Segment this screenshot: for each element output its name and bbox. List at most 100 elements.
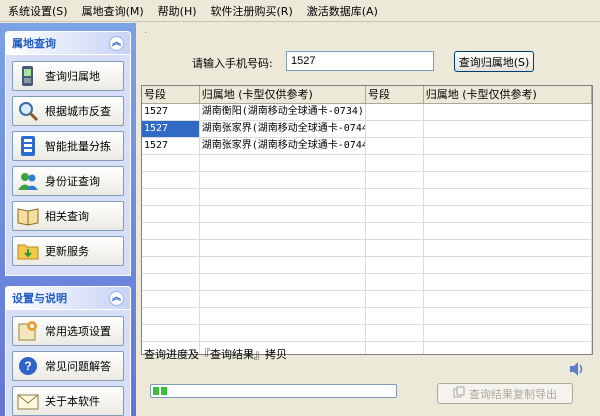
- sidebar-item-faq[interactable]: ? 常见问题解答: [12, 351, 124, 381]
- sidebar-item-id-card-query[interactable]: 身份证查询: [12, 166, 124, 196]
- empty-table-row: [142, 308, 592, 325]
- empty-cell: [366, 308, 424, 324]
- empty-cell: [424, 325, 592, 341]
- table-cell[interactable]: 1527: [142, 104, 200, 120]
- empty-cell: [366, 257, 424, 273]
- users-icon: [17, 170, 39, 192]
- sidebar-item-common-options[interactable]: 常用选项设置: [12, 316, 124, 346]
- query-location-button[interactable]: 查询归属地(S): [454, 51, 534, 72]
- table-cell[interactable]: 湖南张家界(湖南移动全球通卡-0744: [200, 138, 366, 154]
- table-cell[interactable]: 湖南张家界(湖南移动全球通卡-0744: [200, 121, 366, 137]
- table-row[interactable]: 1527 湖南张家界(湖南移动全球通卡-0744: [142, 138, 592, 155]
- empty-cell: [142, 308, 200, 324]
- sidebar-item-about[interactable]: 关于本软件: [12, 386, 124, 416]
- menu-area-query[interactable]: 属地查询(M): [78, 1, 148, 21]
- table-cell[interactable]: [424, 121, 592, 137]
- status-label: 查询进度及『查询结果』拷贝: [144, 348, 287, 361]
- folder-update-icon: [17, 240, 39, 262]
- empty-cell: [142, 172, 200, 188]
- speaker-icon[interactable]: [568, 361, 586, 377]
- empty-cell: [424, 342, 592, 354]
- column-header[interactable]: 归属地 (卡型仅供参考): [424, 86, 592, 103]
- table-cell[interactable]: [366, 138, 424, 154]
- group-title: 属地查询: [12, 37, 56, 50]
- empty-table-row: [142, 257, 592, 274]
- export-button-label: 查询结果复制导出: [469, 387, 557, 401]
- menu-help[interactable]: 帮助(H): [154, 1, 201, 21]
- menu-bar: 系统设置(S) 属地查询(M) 帮助(H) 软件注册购买(R) 激活数据库(A): [0, 0, 600, 22]
- empty-rows: [142, 155, 592, 354]
- table-cell[interactable]: [424, 104, 592, 120]
- empty-cell: [200, 206, 366, 222]
- empty-cell: [424, 189, 592, 205]
- column-header[interactable]: 号段: [366, 86, 424, 103]
- empty-cell: [366, 223, 424, 239]
- table-cell[interactable]: [424, 138, 592, 154]
- empty-cell: [424, 274, 592, 290]
- table-cell[interactable]: [366, 104, 424, 120]
- empty-cell: [424, 155, 592, 171]
- empty-cell: [424, 308, 592, 324]
- menu-register-purchase[interactable]: 软件注册购买(R): [207, 1, 297, 21]
- empty-cell: [424, 206, 592, 222]
- sidebar-item-related-query[interactable]: 相关查询: [12, 201, 124, 231]
- collapse-icon[interactable]: ︽: [109, 290, 124, 306]
- empty-cell: [142, 325, 200, 341]
- corner-marker: ·: [144, 28, 148, 39]
- phone-number-input[interactable]: 1527: [286, 51, 434, 71]
- collapse-icon[interactable]: ︽: [109, 35, 124, 51]
- empty-cell: [200, 240, 366, 256]
- table-cell[interactable]: 1527: [142, 121, 200, 137]
- export-results-button[interactable]: 查询结果复制导出: [437, 383, 573, 404]
- magnifier-icon: [17, 100, 39, 122]
- group-settings-help: 设置与说明 ︽ 常用选项设置 ? 常见问题解答 关于本软件: [5, 286, 131, 416]
- table-row[interactable]: 1527 湖南张家界(湖南移动全球通卡-0744: [142, 121, 592, 138]
- settings-icon: [17, 320, 39, 342]
- empty-cell: [200, 257, 366, 273]
- empty-table-row: [142, 291, 592, 308]
- empty-cell: [142, 189, 200, 205]
- empty-cell: [142, 223, 200, 239]
- table-cell[interactable]: 1527: [142, 138, 200, 154]
- empty-cell: [200, 223, 366, 239]
- empty-cell: [366, 291, 424, 307]
- phone-input-label: 请输入手机号码:: [192, 57, 273, 70]
- progress-fill: [153, 387, 394, 395]
- menu-activate-database[interactable]: 激活数据库(A): [303, 1, 382, 21]
- empty-table-row: [142, 325, 592, 342]
- column-header[interactable]: 号段: [142, 86, 200, 103]
- empty-cell: [424, 223, 592, 239]
- empty-cell: [366, 189, 424, 205]
- empty-table-row: [142, 172, 592, 189]
- empty-cell: [200, 189, 366, 205]
- group-header-area-query[interactable]: 属地查询 ︽: [6, 32, 130, 54]
- table-cell[interactable]: [366, 121, 424, 137]
- empty-cell: [366, 325, 424, 341]
- sidebar-item-reverse-by-city[interactable]: 根据城市反查: [12, 96, 124, 126]
- table-header: 号段 归属地 (卡型仅供参考) 号段 归属地 (卡型仅供参考): [142, 86, 592, 104]
- main-panel: · 请输入手机号码: 1527 查询归属地(S) 号段 归属地 (卡型仅供参考)…: [138, 23, 600, 416]
- sidebar-item-batch-sort[interactable]: 智能批量分拣: [12, 131, 124, 161]
- sidebar-item-update-service[interactable]: 更新服务: [12, 236, 124, 266]
- empty-cell: [366, 155, 424, 171]
- copy-icon: [453, 386, 465, 401]
- empty-cell: [200, 325, 366, 341]
- progress-block: [153, 387, 159, 395]
- column-header[interactable]: 归属地 (卡型仅供参考): [200, 86, 366, 103]
- empty-cell: [142, 291, 200, 307]
- group-header-settings-help[interactable]: 设置与说明 ︽: [6, 287, 130, 309]
- progress-block: [161, 387, 167, 395]
- group-title: 设置与说明: [12, 292, 67, 305]
- empty-cell: [424, 172, 592, 188]
- sidebar-item-query-location[interactable]: 查询归属地: [12, 61, 124, 91]
- table-cell[interactable]: 湖南衡阳(湖南移动全球通卡-0734): [200, 104, 366, 120]
- empty-cell: [366, 206, 424, 222]
- results-table[interactable]: 号段 归属地 (卡型仅供参考) 号段 归属地 (卡型仅供参考) 1527 湖南衡…: [141, 85, 593, 355]
- table-row[interactable]: 1527 湖南衡阳(湖南移动全球通卡-0734): [142, 104, 592, 121]
- menu-system-settings[interactable]: 系统设置(S): [4, 1, 72, 21]
- mobile-phone-icon: [17, 65, 39, 87]
- task-pane: 属地查询 ︽ 查询归属地 根据城市反查 智能批量分拣 身份证查询 相关查询 更新…: [0, 23, 136, 416]
- query-progress-bar: [150, 384, 397, 398]
- empty-cell: [142, 240, 200, 256]
- empty-cell: [142, 257, 200, 273]
